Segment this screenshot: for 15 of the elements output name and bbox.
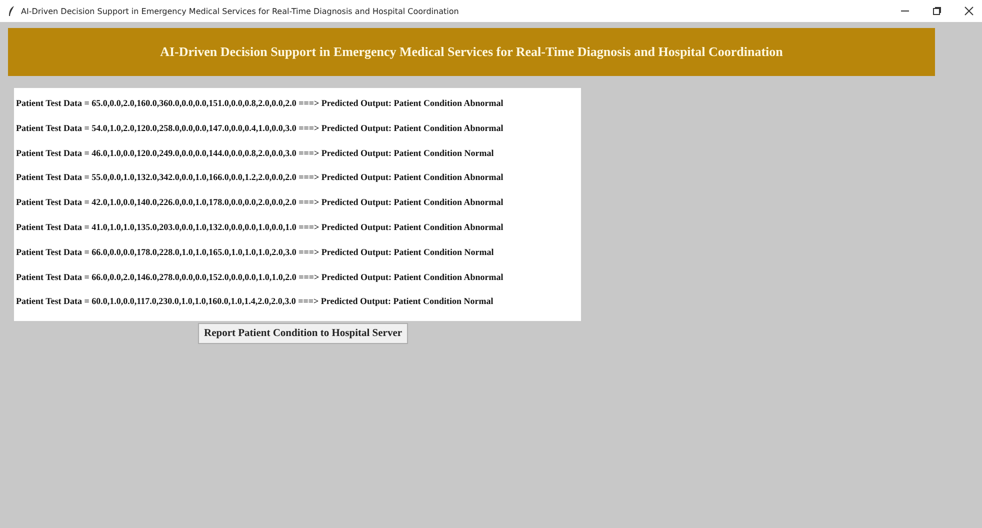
result-line: Patient Test Data = 41.0,1.0,1.0,135.0,203.0,0.0,1.0,132.0,0.0,0.0,1.0,0.0,1.0 ===> Predicted Output: Patient Condition Abnormal <box>16 220 504 234</box>
result-line: Patient Test Data = 65.0,0.0,2.0,160.0,360.0,0.0,0.0,151.0,0.0,0.8,2.0,0.0,2.0 ===> Predicted Output: Patient Condition Abnormal <box>16 97 504 110</box>
restore-icon[interactable] <box>932 6 942 16</box>
result-line: Patient Test Data = 42.0,1.0,0.0,140.0,226.0,0.0,1.0,178.0,0.0,0.0,2.0,0.0,2.0 ===> Predicted Output: Patient Condition Abnormal <box>16 196 504 210</box>
result-line: Patient Test Data = 60.0,1.0,0.0,117.0,230.0,1.0,1.0,160.0,1.0,1.4,2.0,2.0,3.0 ===> Predicted Output: Patient Condition Normal <box>16 295 494 308</box>
feather-icon <box>8 6 15 16</box>
result-line: Patient Test Data = 55.0,0.0,1.0,132.0,342.0,0.0,1.0,166.0,0.0,1.2,2.0,0.0,2.0 ===> Predicted Output: Patient Condition Abnormal <box>16 171 504 184</box>
result-line: Patient Test Data = 66.0,0.0,0.0,178.0,228.0,1.0,1.0,165.0,1.0,1.0,1.0,2.0,3.0 ===> Predicted Output: Patient Condition Normal <box>16 246 495 259</box>
app-title: AI-Driven Decision Support in Emergency Medical Services for Real-Time Diagnosis and Hospital Coordination <box>160 44 783 60</box>
report-button[interactable]: Report Patient Condition to Hospital Server <box>198 323 408 344</box>
close-icon[interactable] <box>964 6 974 16</box>
window-title: AI-Driven Decision Support in Emergency Medical Services for Real-Time Diagnosis and Hospital Coordination <box>21 6 460 16</box>
result-line: Patient Test Data = 54.0,1.0,2.0,120.0,258.0,0.0,0.0,147.0,0.0,0.4,1.0,0.0,3.0 ===> Predicted Output: Patient Condition Abnormal <box>16 122 504 135</box>
result-line: Patient Test Data = 46.0,1.0,0.0,120.0,249.0,0.0,0.0,144.0,0.0,0.8,2.0,0.0,3.0 ===> Predicted Output: Patient Condition Normal <box>16 146 495 160</box>
result-line: Patient Test Data = 66.0,0.0,2.0,146.0,278.0,0.0,0.0,152.0,0.0,0.0,1.0,1.0,2.0 ===> Predicted Output: Patient Condition Abnormal <box>16 270 504 284</box>
